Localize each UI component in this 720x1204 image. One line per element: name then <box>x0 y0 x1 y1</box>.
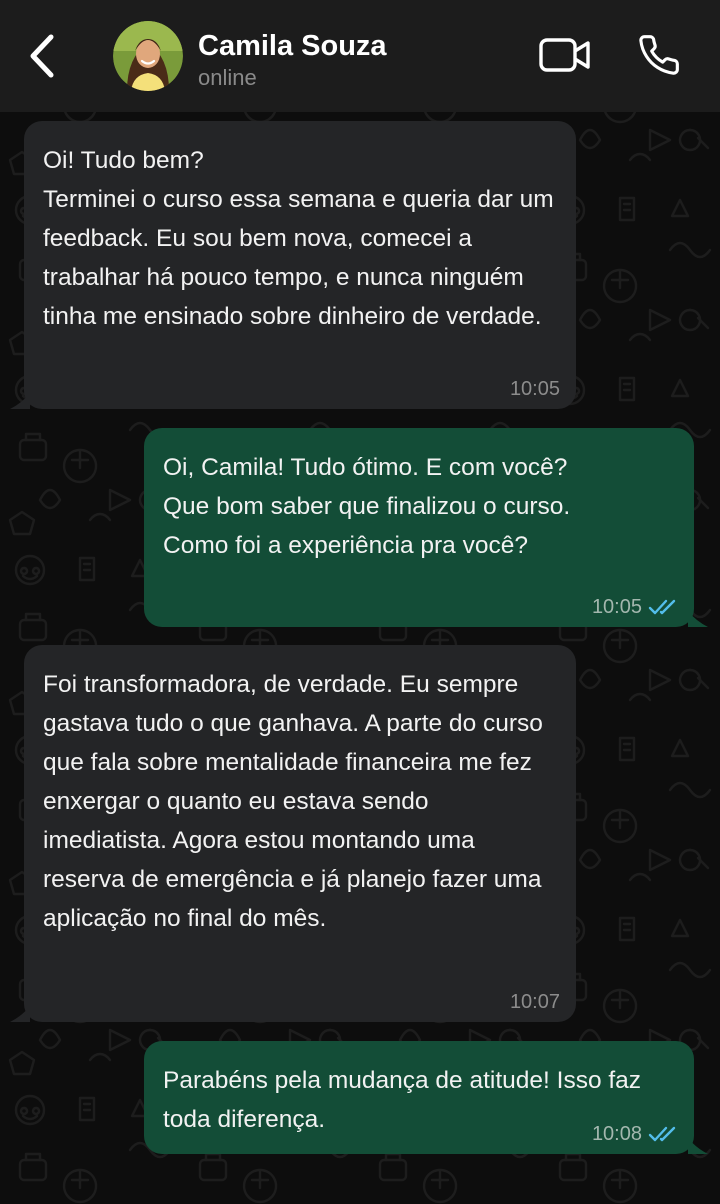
read-receipt-icon <box>648 599 676 615</box>
chat-header: Camila Souza online <box>0 0 720 112</box>
message-text: Oi, Camila! Tudo ótimo. E com você? Que … <box>163 454 571 559</box>
message-bubble-incoming[interactable]: Oi! Tudo bem? Terminei o curso essa sema… <box>10 121 576 409</box>
read-receipt-icon <box>648 1126 676 1142</box>
bubble-tail <box>10 1006 30 1022</box>
message-bubble-outgoing[interactable]: Oi, Camila! Tudo ótimo. E com você? Que … <box>144 428 708 627</box>
message-bubble-incoming[interactable]: Foi transformadora, de verdade. Eu sempr… <box>10 645 576 1022</box>
phone-icon <box>637 33 681 82</box>
contact-status: online <box>198 65 257 90</box>
message-time: 10:07 <box>509 991 560 1013</box>
video-camera-icon <box>538 35 592 80</box>
chat-screen: Camila Souza online Oi! Tudo bem? Termin… <box>0 0 720 1204</box>
chevron-left-icon <box>27 34 57 83</box>
back-button[interactable] <box>18 30 66 86</box>
bubble-tail <box>688 611 708 627</box>
bubble-tail <box>688 1138 708 1154</box>
avatar[interactable] <box>113 21 183 91</box>
bubble-tail <box>10 393 30 409</box>
message-text: Foi transformadora, de verdade. Eu sempr… <box>43 671 543 932</box>
voice-call-button[interactable] <box>634 32 684 82</box>
message-meta: 10:05 <box>592 595 678 619</box>
message-time: 10:05 <box>591 596 642 618</box>
message-bubble-outgoing[interactable]: Parabéns pela mudança de atitude! Isso f… <box>144 1041 708 1154</box>
message-meta: 10:08 <box>592 1122 678 1146</box>
message-text: Oi! Tudo bem? Terminei o curso essa sema… <box>43 147 554 330</box>
contact-name[interactable]: Camila Souza <box>198 28 387 64</box>
message-time: 10:05 <box>509 378 560 400</box>
video-call-button[interactable] <box>536 34 594 80</box>
message-meta: 10:07 <box>510 990 560 1014</box>
message-meta: 10:05 <box>510 377 560 401</box>
message-time: 10:08 <box>591 1123 642 1145</box>
